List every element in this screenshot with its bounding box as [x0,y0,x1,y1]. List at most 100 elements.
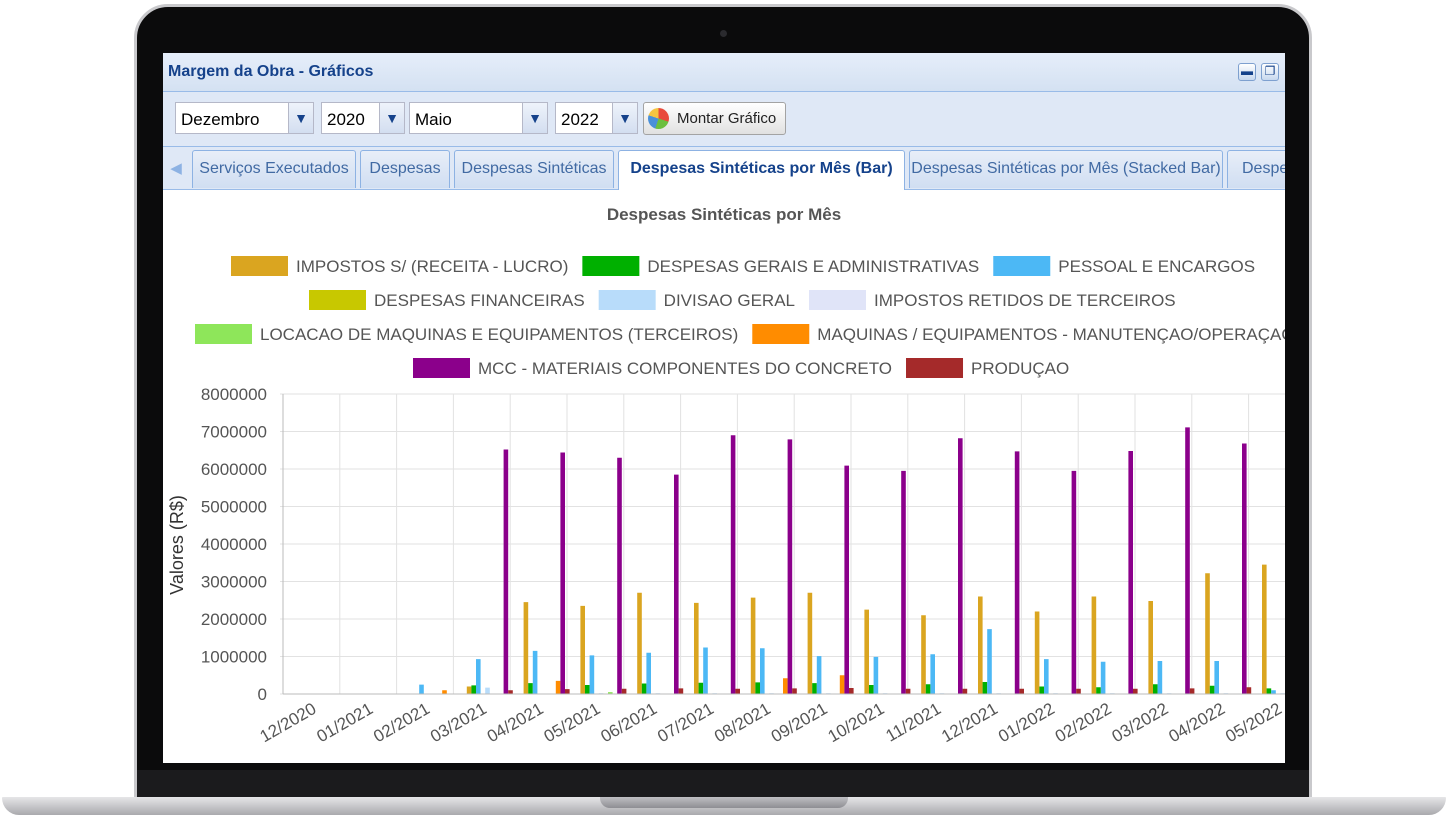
bar [1185,427,1190,694]
end-year-select[interactable]: 2022 ▼ [555,102,638,134]
start-month-select[interactable]: Dezembro ▼ [175,102,314,134]
y-tick-label: 4000000 [201,535,267,554]
chart-legend: IMPOSTOS S/ (RECEITA - LUCRO) DESPESAS GE… [195,256,1285,378]
chart-grid [280,393,1285,695]
legend-label: MAQUINAS / EQUIPAMENTOS - MANUTENÇAO/OPE… [817,325,1285,344]
legend-label: PRODUÇAO [971,359,1069,378]
chevron-down-icon[interactable]: ▼ [288,103,313,133]
legend-swatch [906,358,964,378]
bar [1039,686,1044,694]
bar [641,683,647,694]
x-tick-label: 04/2022 [1165,699,1228,746]
y-tick-label: 0 [258,685,267,704]
tab-despesas[interactable]: Despesas [360,150,450,188]
bar [617,457,622,694]
scroll-left-icon[interactable]: ◀ [166,156,186,182]
end-month-select[interactable]: Maio ▼ [409,102,548,134]
x-tick-label: 06/2021 [597,699,660,746]
legend-swatch [993,256,1051,276]
start-year-value: 2020 [327,110,365,129]
bar [901,470,906,694]
legend-label: DIVISAO GERAL [664,291,795,310]
chevron-down-icon[interactable]: ▼ [612,103,637,133]
bar [1076,688,1081,694]
bar [508,690,513,694]
tab-despesas-sinteticas-mes-stacked-bar[interactable]: Despesas Sintéticas por Mês (Stacked Bar… [909,150,1223,188]
x-tick-label: 08/2021 [711,699,774,746]
bar [735,688,740,694]
y-axis-label: Valores (R$) [167,495,187,595]
bar [585,685,590,694]
chart-panel: Despesas Sintéticas por Mês IMPOSTOS S/ … [163,190,1285,763]
bar [730,435,736,694]
tab-despesas-truncated[interactable]: Despe [1227,150,1285,188]
legend-label: LOCACAO DE MAQUINAS E EQUIPAMENTOS (TERC… [260,325,738,344]
restore-icon[interactable]: ❐ [1261,63,1279,81]
minimize-icon[interactable]: ▬ [1238,63,1256,81]
build-chart-label: Montar Gráfico [677,110,777,127]
x-tick-label: 03/2022 [1109,699,1172,746]
chart-bars [419,427,1285,694]
end-year-value: 2022 [561,110,599,129]
bar [1271,690,1276,694]
bar [1242,443,1247,694]
toolbar: Dezembro ▼ 2020 ▼ Maio ▼ 2022 ▼ Montar G… [163,92,1285,147]
legend-label: MCC - MATERIAIS COMPONENTES DO CONCRETO [478,359,892,378]
bar [1153,684,1158,694]
tab-despesas-sinteticas[interactable]: Despesas Sintéticas [454,150,614,188]
x-tick-label: 02/2021 [370,699,433,746]
tab-servicos-executados[interactable]: Serviços Executados [192,150,356,188]
y-tick-label: 6000000 [201,460,267,479]
bar [839,675,845,694]
bar [982,682,988,694]
legend-swatch [309,290,366,310]
bar [698,682,704,694]
bar [1148,601,1153,694]
bar [864,609,869,694]
bar [1205,573,1210,694]
bar [1096,687,1101,694]
bar [930,654,935,694]
bar [958,438,963,694]
x-tick-label: 01/2021 [313,699,376,746]
bar [678,688,684,694]
chevron-down-icon[interactable]: ▼ [379,103,404,133]
bar [807,592,813,694]
bar [476,659,481,694]
camera-dot [720,30,727,37]
x-tick-label: 07/2021 [654,699,717,746]
y-tick-label: 2000000 [201,610,267,629]
legend-swatch [231,256,288,276]
legend-label: IMPOSTOS S/ (RECEITA - LUCRO) [296,257,568,276]
y-tick-label: 7000000 [201,423,267,442]
bar [905,688,911,694]
bar [925,684,931,694]
bar [1071,470,1077,694]
legend-swatch [809,290,866,310]
bar [787,439,793,694]
build-chart-button[interactable]: Montar Gráfico [643,102,786,135]
start-year-select[interactable]: 2020 ▼ [321,102,405,134]
x-tick-label: 01/2022 [995,699,1058,746]
bar [1262,564,1267,694]
chart-axes: 0 1000000 2000000 3000000 4000000 5000000 6000… [201,385,1285,746]
bar [962,688,968,694]
bar [471,685,476,694]
bar [1209,685,1215,694]
bar [674,474,679,694]
legend-label: DESPESAS GERAIS E ADMINISTRATIVAS [647,257,979,276]
chevron-down-icon[interactable]: ▼ [522,103,547,133]
bar [816,656,822,694]
end-month-value: Maio [415,110,452,129]
bar [812,683,817,694]
bar [849,688,854,694]
bar [1214,661,1219,694]
x-tick-label: 05/2022 [1222,699,1285,746]
x-tick-label: 05/2021 [541,699,604,746]
window-titlebar: Margem da Obra - Gráficos ▬ ❐ [163,53,1285,92]
bar [560,452,565,694]
bar [760,648,765,694]
tab-despesas-sinteticas-mes-bar[interactable]: Despesas Sintéticas por Mês (Bar) [618,150,905,190]
legend-swatch [195,324,252,344]
bar [1246,687,1252,694]
